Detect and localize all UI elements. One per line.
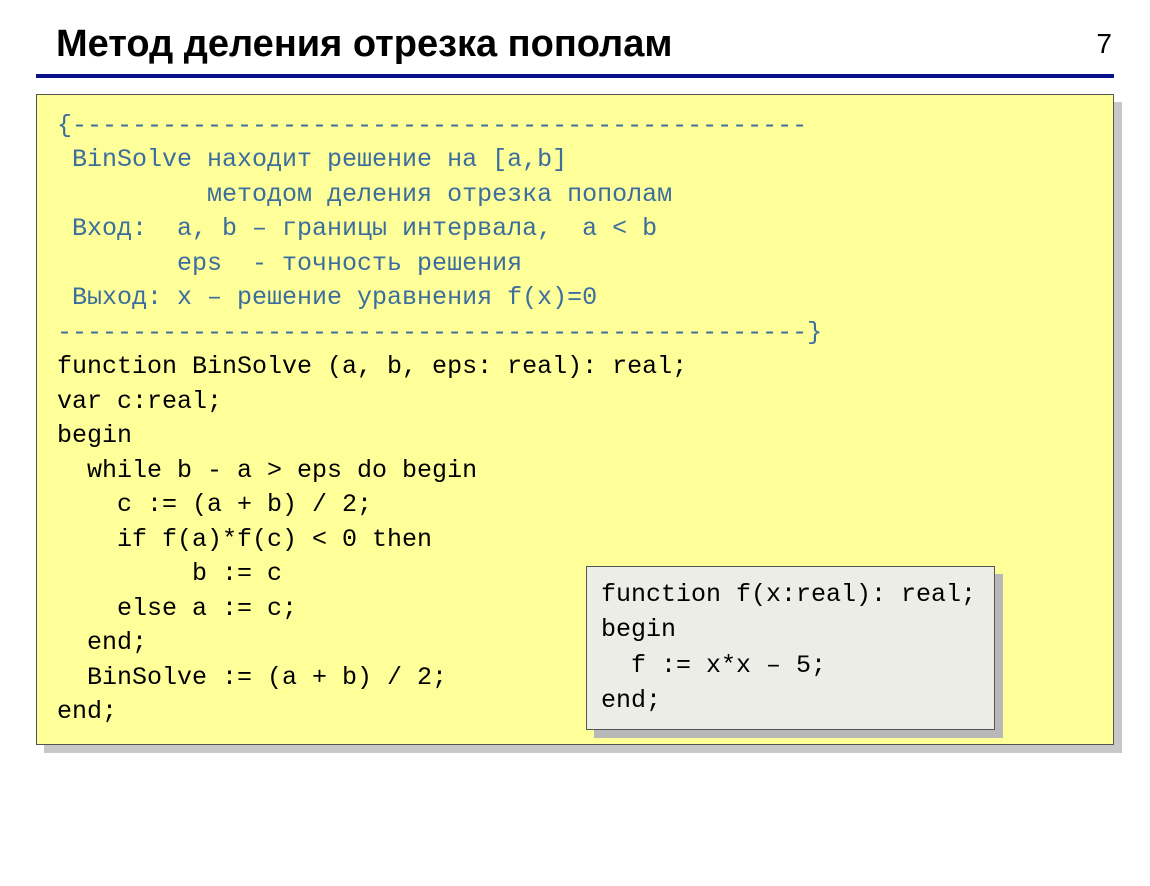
code-line-6: if f(a)*f(c) < 0 then	[57, 525, 432, 554]
inset-line-3: f := x*x – 5;	[601, 651, 826, 680]
comment-line-5: Выход: x – решение уравнения f(x)=0	[57, 283, 597, 312]
code-line-7: b := c	[57, 559, 282, 588]
code-line-2: var c:real;	[57, 387, 222, 416]
page-number: 7	[1096, 28, 1112, 60]
slide-title: Метод деления отрезка пополам	[56, 22, 1150, 68]
comment-close: ----------------------------------------…	[57, 318, 822, 347]
inset-line-2: begin	[601, 615, 676, 644]
code-line-11: end;	[57, 697, 117, 726]
code-line-9: end;	[57, 628, 147, 657]
code-line-8: else a := c;	[57, 594, 297, 623]
comment-line-2: методом деления отрезка пополам	[57, 180, 672, 209]
code-line-1: function BinSolve (a, b, eps: real): rea…	[57, 352, 687, 381]
comment-line-4: eps - точность решения	[57, 249, 522, 278]
comment-open: {---------------------------------------…	[57, 111, 807, 140]
inset-line-4: end;	[601, 686, 661, 715]
title-divider	[36, 74, 1114, 78]
code-line-10: BinSolve := (a + b) / 2;	[57, 663, 447, 692]
inset-code-container: function f(x:real): real; begin f := x*x…	[586, 566, 995, 730]
main-code-container: {---------------------------------------…	[36, 94, 1114, 745]
code-line-4: while b - a > eps do begin	[57, 456, 477, 485]
code-line-5: c := (a + b) / 2;	[57, 490, 372, 519]
inset-code-box: function f(x:real): real; begin f := x*x…	[586, 566, 995, 730]
comment-line-1: BinSolve находит решение на [a,b]	[57, 145, 567, 174]
comment-line-3: Вход: a, b – границы интервала, a < b	[57, 214, 657, 243]
code-line-3: begin	[57, 421, 132, 450]
inset-line-1: function f(x:real): real;	[601, 580, 976, 609]
